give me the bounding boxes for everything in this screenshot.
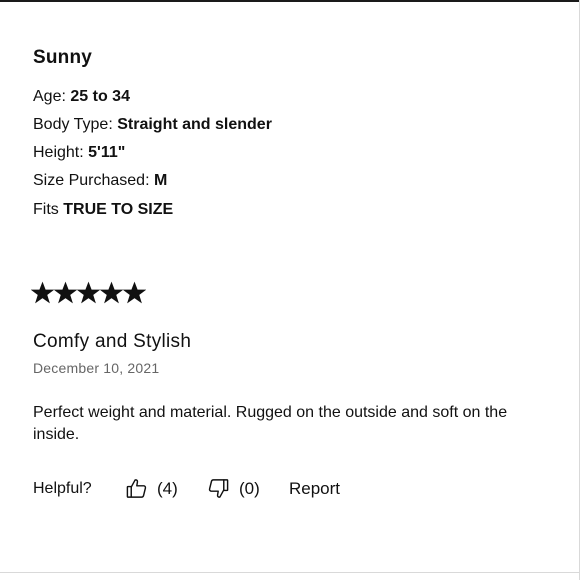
star-icon	[54, 280, 77, 306]
report-link[interactable]: Report	[289, 478, 340, 500]
helpful-no-button[interactable]: (0)	[207, 477, 260, 500]
size-value: M	[153, 172, 168, 189]
thumbs-up-icon	[125, 477, 148, 500]
reviewer-size-purchased: Size Purchased: M	[33, 172, 167, 190]
reviewer-age: Age: 25 to 34	[33, 88, 130, 106]
helpful-yes-button[interactable]: (4)	[125, 477, 178, 500]
star-rating	[31, 280, 146, 306]
fit-label: Fits	[33, 201, 59, 218]
helpful-label: Helpful?	[33, 480, 92, 497]
reviewer-height: Height: 5'11"	[33, 144, 125, 162]
review-title: Comfy and Stylish	[33, 331, 192, 352]
age-value: 25 to 34	[70, 88, 130, 105]
helpful-yes-count: (4)	[157, 478, 178, 498]
body-type-label: Body Type:	[33, 116, 113, 133]
reviewer-body-type: Body Type: Straight and slender	[33, 116, 272, 134]
height-value: 5'11"	[88, 144, 126, 161]
star-icon	[100, 280, 123, 306]
review-body: Perfect weight and material. Rugged on t…	[33, 404, 508, 443]
top-divider	[0, 0, 580, 2]
helpful-no-count: (0)	[239, 478, 260, 498]
size-label: Size Purchased:	[33, 172, 150, 189]
height-label: Height:	[33, 144, 84, 161]
fit-value: TRUE TO SIZE	[63, 201, 174, 218]
star-icon	[123, 280, 146, 306]
helpful-row: Helpful? (4) (0) Report	[33, 478, 553, 500]
thumbs-down-icon	[207, 477, 230, 500]
star-icon	[77, 280, 100, 306]
bottom-divider	[0, 572, 580, 573]
review-date: December 10, 2021	[33, 360, 160, 376]
star-icon	[31, 280, 54, 306]
reviewer-name: Sunny	[33, 47, 93, 68]
age-label: Age:	[33, 88, 66, 105]
reviewer-fit: Fits TRUE TO SIZE	[33, 201, 173, 219]
body-type-value: Straight and slender	[117, 116, 272, 133]
